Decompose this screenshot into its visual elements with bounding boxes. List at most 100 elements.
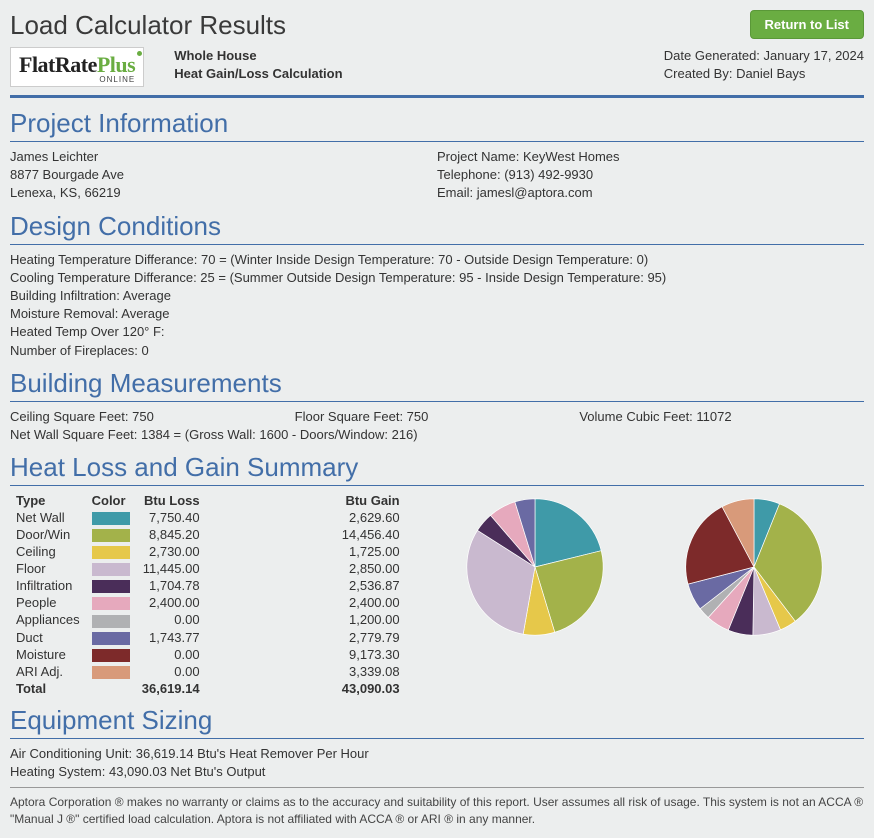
created-value: Daniel Bays — [736, 66, 805, 81]
color-swatch — [92, 632, 130, 645]
project-rule — [10, 141, 864, 142]
row-type: Floor — [10, 560, 86, 577]
table-row: Moisture0.009,173.30 — [10, 646, 406, 663]
table-row: Duct 1,743.772,779.79 — [10, 629, 406, 646]
table-row: People 2,400.002,400.00 — [10, 594, 406, 611]
row-type: People — [10, 594, 86, 611]
row-gain: 1,200.00 — [206, 611, 406, 628]
created-label: Created By: — [664, 66, 736, 81]
equipment-sizing-heading: Equipment Sizing — [10, 705, 864, 736]
page-title: Load Calculator Results — [10, 10, 286, 41]
color-swatch — [92, 580, 130, 593]
equip-rule — [10, 738, 864, 739]
row-loss: 1,704.78 — [136, 577, 206, 594]
subhead-line2: Heat Gain/Loss Calculation — [174, 65, 342, 83]
row-gain: 2,629.60 — [206, 509, 406, 526]
logo-main: FlatRate — [19, 52, 97, 77]
table-row: Infiltration 1,704.782,536.87 — [10, 577, 406, 594]
table-row: Ceiling 2,730.001,725.00 — [10, 543, 406, 560]
total-label: Total — [10, 680, 86, 697]
total-gain: 43,090.03 — [206, 680, 406, 697]
row-loss: 0.00 — [136, 611, 206, 628]
row-loss: 0.00 — [136, 663, 206, 680]
disclaimer: Aptora Corporation ® makes no warranty o… — [10, 794, 864, 828]
table-row: Door/Win 8,845.2014,456.40 — [10, 526, 406, 543]
col-loss: Btu Loss — [136, 492, 206, 509]
heat-table: Type Color Btu Loss Btu Gain Net Wall 7,7… — [10, 492, 406, 697]
row-loss: 2,730.00 — [136, 543, 206, 560]
row-type: Door/Win — [10, 526, 86, 543]
design-conditions-heading: Design Conditions — [10, 211, 864, 242]
color-swatch — [92, 546, 130, 559]
project-telephone: Telephone: (913) 492-9930 — [437, 166, 864, 184]
design-l4: Moisture Removal: Average — [10, 305, 864, 323]
row-gain: 1,725.00 — [206, 543, 406, 560]
subhead-line1: Whole House — [174, 47, 342, 65]
total-loss: 36,619.14 — [136, 680, 206, 697]
row-loss: 2,400.00 — [136, 594, 206, 611]
row-type: Moisture — [10, 646, 86, 663]
row-loss: 1,743.77 — [136, 629, 206, 646]
design-l5: Heated Temp Over 120° F: — [10, 323, 864, 341]
color-swatch — [92, 649, 130, 662]
design-rule — [10, 244, 864, 245]
logo-dot-icon — [137, 51, 142, 56]
row-loss: 7,750.40 — [136, 509, 206, 526]
logo: FlatRatePlus ONLINE — [10, 47, 144, 87]
row-gain: 14,456.40 — [206, 526, 406, 543]
table-row: Net Wall 7,750.402,629.60 — [10, 509, 406, 526]
row-type: Infiltration — [10, 577, 86, 594]
row-gain: 2,850.00 — [206, 560, 406, 577]
table-row: Floor 11,445.002,850.00 — [10, 560, 406, 577]
row-type: ARI Adj. — [10, 663, 86, 680]
col-color: Color — [86, 492, 136, 509]
row-gain: 2,400.00 — [206, 594, 406, 611]
col-type: Type — [10, 492, 86, 509]
row-type: Appliances — [10, 611, 86, 628]
row-gain: 3,339.08 — [206, 663, 406, 680]
heat-summary-heading: Heat Loss and Gain Summary — [10, 452, 864, 483]
row-loss: 8,845.20 — [136, 526, 206, 543]
meas-rule — [10, 401, 864, 402]
design-l1: Heating Temperature Differance: 70 = (Wi… — [10, 251, 864, 269]
row-loss: 11,445.00 — [136, 560, 206, 577]
meas-volume: Volume Cubic Feet: 11072 — [579, 408, 864, 426]
row-gain: 2,536.87 — [206, 577, 406, 594]
logo-plus: Plus — [97, 52, 135, 77]
return-to-list-button[interactable]: Return to List — [750, 10, 865, 39]
meas-netwall: Net Wall Square Feet: 1384 = (Gross Wall… — [10, 426, 864, 444]
project-addr2: Lenexa, KS, 66219 — [10, 184, 437, 202]
table-row: Appliances 0.001,200.00 — [10, 611, 406, 628]
project-name: Project Name: KeyWest Homes — [437, 148, 864, 166]
equip-l2: Heating System: 43,090.03 Net Btu's Outp… — [10, 763, 864, 781]
project-info-heading: Project Information — [10, 108, 864, 139]
design-l6: Number of Fireplaces: 0 — [10, 342, 864, 360]
row-gain: 9,173.30 — [206, 646, 406, 663]
building-measurements-heading: Building Measurements — [10, 368, 864, 399]
color-swatch — [92, 615, 130, 628]
footer-rule — [10, 787, 864, 788]
equip-l1: Air Conditioning Unit: 36,619.14 Btu's H… — [10, 745, 864, 763]
top-rule — [10, 95, 864, 98]
row-gain: 2,779.79 — [206, 629, 406, 646]
design-l2: Cooling Temperature Differance: 25 = (Su… — [10, 269, 864, 287]
design-l3: Building Infiltration: Average — [10, 287, 864, 305]
meas-ceiling: Ceiling Square Feet: 750 — [10, 408, 295, 426]
pie-chart-loss — [460, 492, 610, 642]
row-type: Ceiling — [10, 543, 86, 560]
project-client-name: James Leichter — [10, 148, 437, 166]
color-swatch — [92, 529, 130, 542]
date-value: January 17, 2024 — [764, 48, 864, 63]
row-type: Net Wall — [10, 509, 86, 526]
col-gain: Btu Gain — [206, 492, 406, 509]
color-swatch — [92, 597, 130, 610]
table-row: ARI Adj. 0.003,339.08 — [10, 663, 406, 680]
color-swatch — [92, 563, 130, 576]
project-email: Email: jamesl@aptora.com — [437, 184, 864, 202]
meas-floor: Floor Square Feet: 750 — [295, 408, 580, 426]
heat-rule — [10, 485, 864, 486]
row-type: Duct — [10, 629, 86, 646]
pie-chart-gain — [679, 492, 829, 642]
color-swatch — [92, 512, 130, 525]
color-swatch — [92, 666, 130, 679]
